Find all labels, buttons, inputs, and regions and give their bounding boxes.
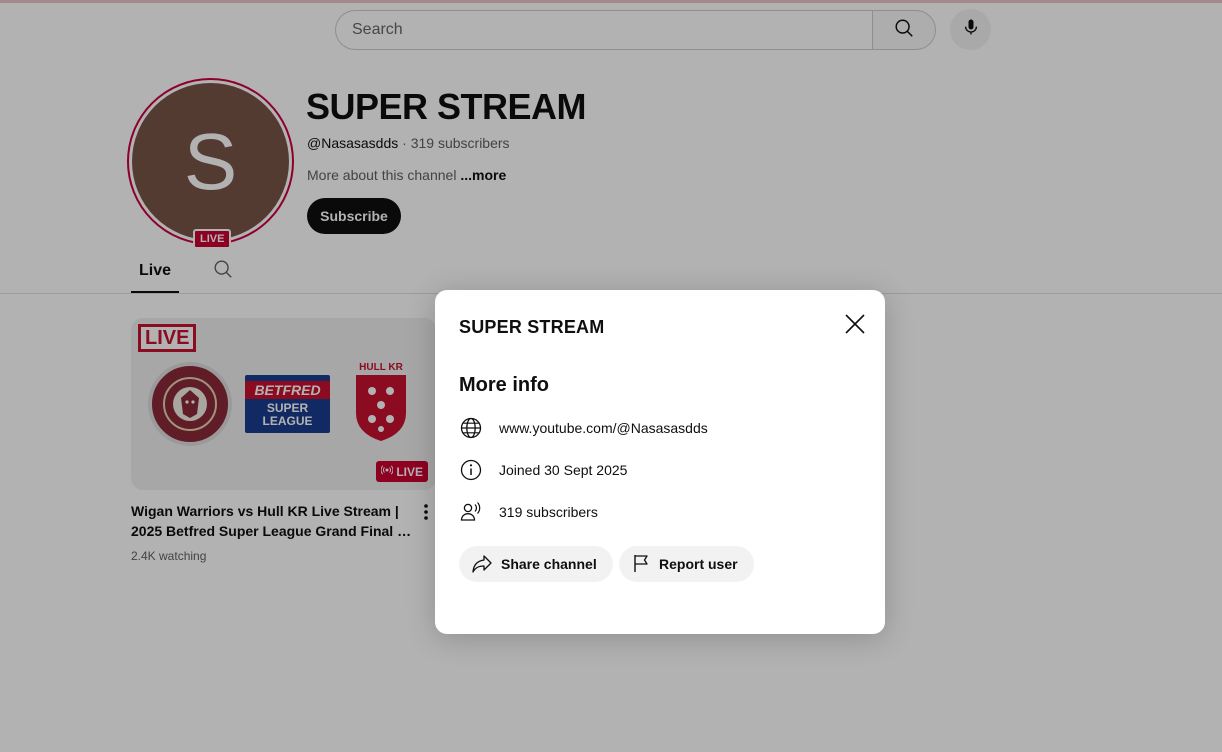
info-row-joined: Joined 30 Sept 2025 [459, 458, 627, 482]
info-row-url[interactable]: www.youtube.com/@Nasasasdds [459, 416, 708, 440]
more-info-heading: More info [459, 374, 549, 396]
info-icon [459, 458, 487, 482]
joined-date: Joined 30 Sept 2025 [499, 462, 628, 478]
share-channel-label: Share channel [501, 556, 597, 572]
report-user-button[interactable]: Report user [619, 546, 754, 582]
dialog-subscriber-count: 319 subscribers [499, 504, 598, 520]
dialog-close-button[interactable] [841, 312, 869, 340]
people-icon [459, 500, 487, 524]
dialog-title: SUPER STREAM [459, 317, 605, 337]
close-icon [844, 313, 866, 340]
flag-icon [631, 553, 651, 576]
about-dialog: SUPER STREAM More info www.youtube.com/@… [435, 290, 885, 634]
channel-url[interactable]: www.youtube.com/@Nasasasdds [499, 420, 708, 436]
share-channel-button[interactable]: Share channel [459, 546, 613, 582]
globe-icon [459, 416, 487, 440]
info-row-subscribers: 319 subscribers [459, 500, 598, 524]
report-user-label: Report user [659, 556, 738, 572]
share-icon [471, 553, 493, 576]
